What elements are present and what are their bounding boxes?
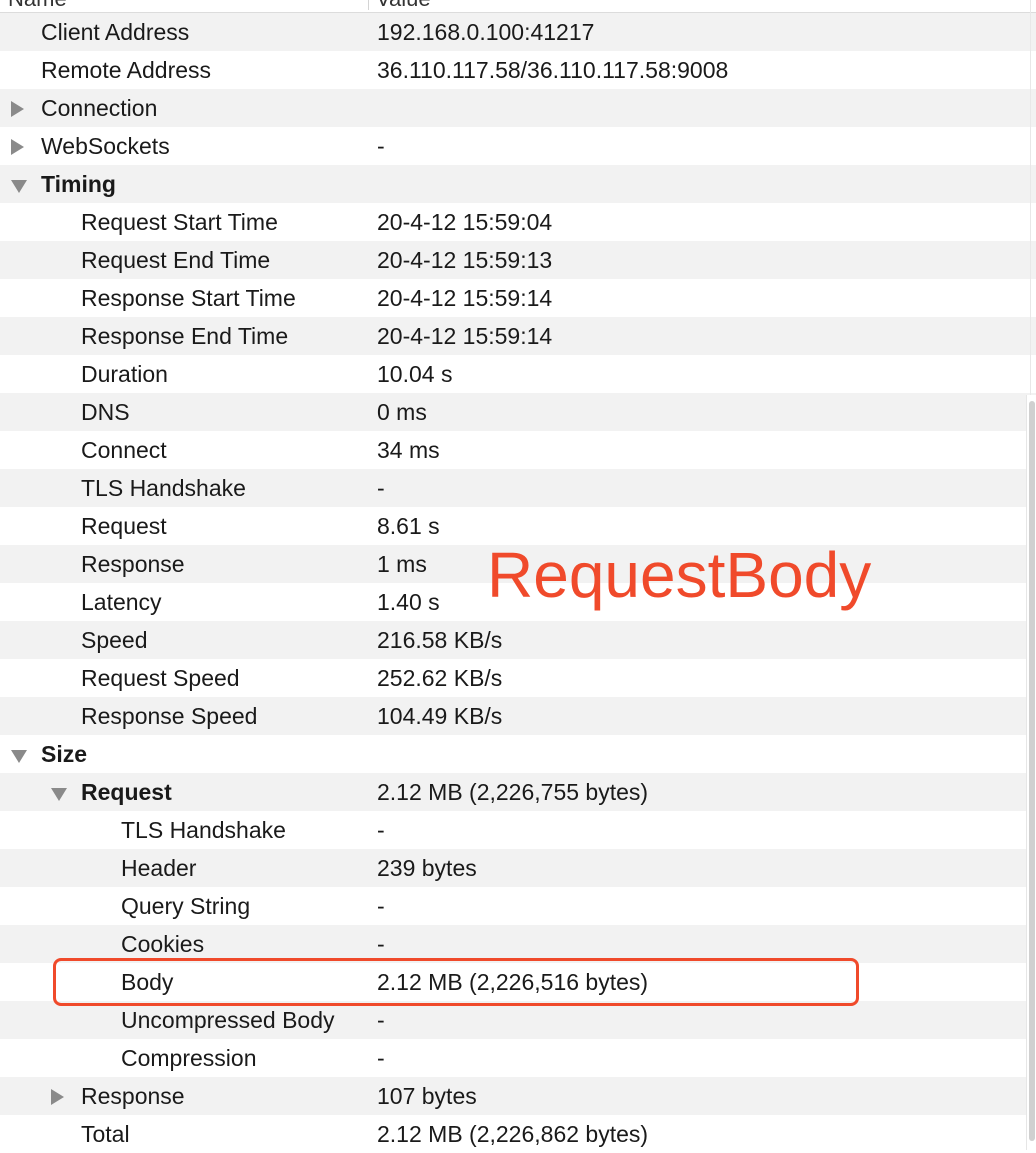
scroll-track-edge: [1030, 0, 1031, 395]
annotation-label: RequestBody: [487, 539, 872, 611]
row-name: Remote Address: [41, 57, 212, 83]
column-divider[interactable]: [368, 0, 369, 10]
row-name: Response End Time: [81, 323, 289, 349]
column-header-name[interactable]: Name: [8, 0, 67, 12]
row-value: 252.62 KB/s: [377, 665, 503, 691]
row-name: Latency: [81, 589, 162, 615]
row-value: 8.61 s: [377, 513, 440, 539]
row-value: 20-4-12 15:59:14: [377, 323, 553, 349]
row-name: Response Start Time: [81, 285, 296, 311]
table-row[interactable]: Remote Address 36.110.117.58/36.110.117.5…: [0, 51, 1036, 89]
vertical-scrollbar[interactable]: [1026, 395, 1036, 1150]
table-row[interactable]: Header 239 bytes: [0, 849, 1036, 887]
row-name: Response Speed: [81, 703, 258, 729]
table-row[interactable]: Request Start Time 20-4-12 15:59:04: [0, 203, 1036, 241]
table-row[interactable]: Speed 216.58 KB/s: [0, 621, 1036, 659]
table-row[interactable]: DNS 0 ms: [0, 393, 1036, 431]
row-name: Header: [121, 855, 197, 881]
row-value: -: [377, 133, 385, 159]
row-name: Connect: [81, 437, 167, 463]
column-header: Name Value: [0, 0, 1036, 13]
table-row[interactable]: Response End Time 20-4-12 15:59:14: [0, 317, 1036, 355]
row-value: 36.110.117.58/36.110.117.58:9008: [377, 57, 729, 83]
row-name: Request: [81, 513, 167, 539]
table-row[interactable]: Request Speed 252.62 KB/s: [0, 659, 1036, 697]
row-name: Request End Time: [81, 247, 271, 273]
scrollbar-thumb[interactable]: [1029, 401, 1035, 1141]
row-value: 34 ms: [377, 437, 440, 463]
row-name: Duration: [81, 361, 168, 387]
row-value: 20-4-12 15:59:04: [377, 209, 553, 235]
row-value: 0 ms: [377, 399, 427, 425]
row-name: Query String: [121, 893, 251, 919]
row-name: Response: [81, 551, 185, 577]
table-row[interactable]: Size: [0, 735, 1036, 773]
disclosure-triangle-down-icon[interactable]: [11, 180, 27, 193]
row-name: Speed: [81, 627, 148, 653]
row-value: 107 bytes: [377, 1083, 477, 1109]
table-row[interactable]: Connection: [0, 89, 1036, 127]
table-row[interactable]: Client Address 192.168.0.100:41217: [0, 13, 1036, 51]
disclosure-triangle-right-icon[interactable]: [11, 101, 24, 117]
row-value: 104.49 KB/s: [377, 703, 503, 729]
row-value: 1 ms: [377, 551, 427, 577]
row-name: TLS Handshake: [121, 817, 286, 843]
disclosure-triangle-down-icon[interactable]: [51, 788, 67, 801]
row-name: Total: [81, 1121, 130, 1147]
table-row[interactable]: WebSockets -: [0, 127, 1036, 165]
row-name: Request Start Time: [81, 209, 278, 235]
row-value: 1.40 s: [377, 589, 440, 615]
row-value: 2.12 MB (2,226,862 bytes): [377, 1121, 649, 1147]
row-value: 10.04 s: [377, 361, 453, 387]
table-row[interactable]: Response Start Time 20-4-12 15:59:14: [0, 279, 1036, 317]
column-header-value[interactable]: Value: [376, 0, 431, 12]
row-name: DNS: [81, 399, 130, 425]
row-name: Timing: [41, 171, 116, 197]
row-name: Connection: [41, 95, 158, 121]
table-row[interactable]: Duration 10.04 s: [0, 355, 1036, 393]
row-name: Request Speed: [81, 665, 240, 691]
row-name: TLS Handshake: [81, 475, 246, 501]
table-row[interactable]: Request 2.12 MB (2,226,755 bytes): [0, 773, 1036, 811]
row-name: Request: [81, 779, 172, 805]
disclosure-triangle-right-icon[interactable]: [11, 139, 24, 155]
table-row[interactable]: Request End Time 20-4-12 15:59:13: [0, 241, 1036, 279]
row-name: Compression: [121, 1045, 257, 1071]
row-name: Response: [81, 1083, 185, 1109]
body-highlight-box: [53, 958, 859, 1006]
row-value: -: [377, 475, 385, 501]
table-row[interactable]: TLS Handshake -: [0, 811, 1036, 849]
table-row[interactable]: Response Speed 104.49 KB/s: [0, 697, 1036, 735]
table-row[interactable]: Total 2.12 MB (2,226,862 bytes): [0, 1115, 1036, 1153]
row-value: 20-4-12 15:59:14: [377, 285, 553, 311]
row-value: -: [377, 1045, 385, 1071]
table-row[interactable]: Compression -: [0, 1039, 1036, 1077]
row-value: 2.12 MB (2,226,755 bytes): [377, 779, 649, 805]
table-row[interactable]: TLS Handshake -: [0, 469, 1036, 507]
row-name: Size: [41, 741, 88, 767]
row-value: 20-4-12 15:59:13: [377, 247, 553, 273]
row-value: -: [377, 817, 385, 843]
row-name: Uncompressed Body: [121, 1007, 335, 1033]
table-row[interactable]: Query String -: [0, 887, 1036, 925]
row-name: WebSockets: [41, 133, 170, 159]
disclosure-triangle-down-icon[interactable]: [11, 750, 27, 763]
row-value: 239 bytes: [377, 855, 477, 881]
row-value: -: [377, 893, 385, 919]
row-value: -: [377, 1007, 385, 1033]
disclosure-triangle-right-icon[interactable]: [51, 1089, 64, 1105]
row-value: 216.58 KB/s: [377, 627, 503, 653]
table-row[interactable]: Connect 34 ms: [0, 431, 1036, 469]
row-value: 192.168.0.100:41217: [377, 19, 595, 45]
row-name: Client Address: [41, 19, 190, 45]
table-row[interactable]: Timing: [0, 165, 1036, 203]
table-row[interactable]: Uncompressed Body -: [0, 1001, 1036, 1039]
table-row[interactable]: Response 107 bytes: [0, 1077, 1036, 1115]
